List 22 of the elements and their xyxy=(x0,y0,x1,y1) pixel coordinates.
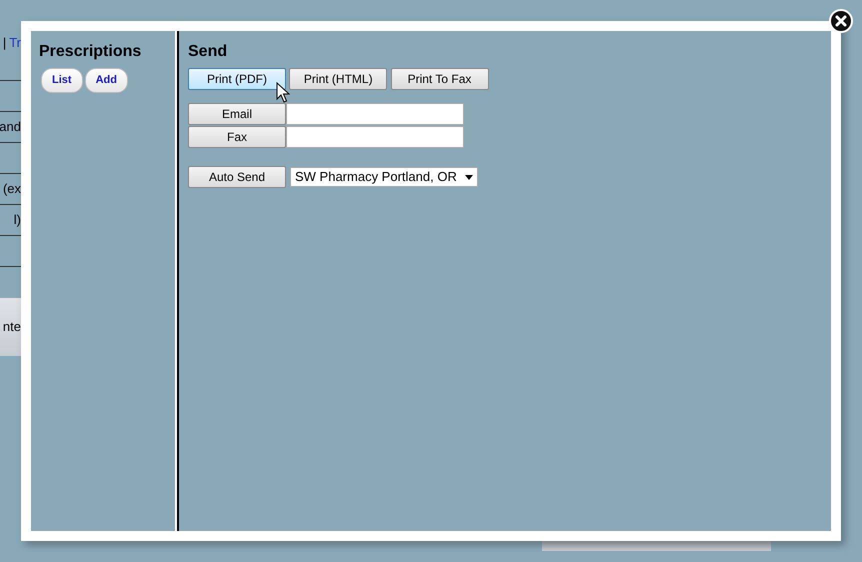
pill-button[interactable]: List xyxy=(41,68,83,92)
print-button[interactable]: Print To Fax xyxy=(390,68,488,90)
pharmacy-dropdown[interactable]: SW Pharmacy Portland, OR xyxy=(290,167,478,187)
caret-icon xyxy=(464,174,473,180)
footer-text: nte xyxy=(2,318,21,336)
separator-text: | xyxy=(2,34,6,52)
pill-button[interactable]: Add xyxy=(84,68,128,92)
table-cell-text: and xyxy=(0,118,21,136)
sidebar-title: Prescriptions xyxy=(39,42,142,62)
print-button[interactable]: Print (HTML) xyxy=(289,68,388,90)
table-cell-text: (ex xyxy=(2,180,21,198)
field-button[interactable]: Email xyxy=(188,103,286,125)
table-cell-text: l) xyxy=(14,211,21,230)
cursor-icon xyxy=(276,82,290,104)
input-field[interactable] xyxy=(286,126,464,148)
field-button[interactable]: Fax xyxy=(188,126,286,148)
page-link[interactable]: Tr xyxy=(9,33,21,52)
section-title: Send xyxy=(188,42,228,62)
close-button[interactable] xyxy=(829,9,853,33)
print-button[interactable]: Print (PDF) xyxy=(188,68,286,90)
auto-send-button[interactable]: Auto Send xyxy=(188,166,286,188)
input-field[interactable] xyxy=(286,103,464,125)
